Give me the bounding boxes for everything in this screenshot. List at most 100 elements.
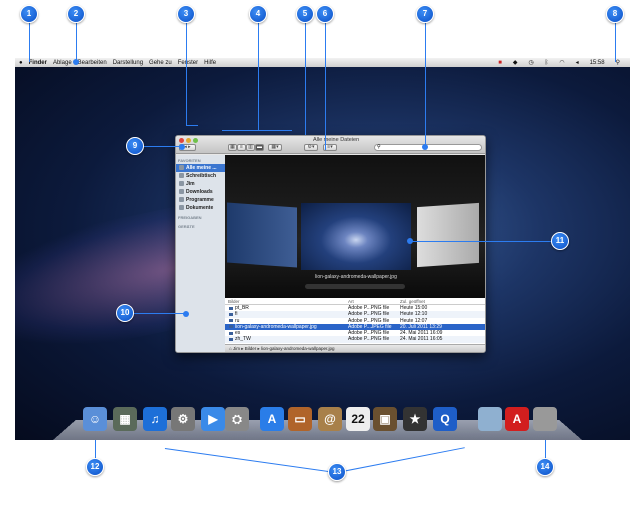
apple-menu-icon[interactable]: ● (19, 60, 23, 66)
column-name[interactable]: Bilder (225, 298, 348, 304)
sidebar: FAVORITEN Alle meine ... Schreibtisch Ji… (176, 155, 225, 352)
time-machine-icon[interactable]: ◷ (528, 59, 533, 66)
dock-trash-icon[interactable] (533, 407, 557, 431)
devices-header: GERÄTE (178, 224, 195, 229)
sidebar-item-applications[interactable]: Programme (176, 196, 225, 204)
zoom-button[interactable] (193, 138, 198, 143)
cover-flow[interactable]: lion-galaxy-andromeda-wallpaper.jpg (225, 155, 485, 298)
callout-badge-12: 12 (86, 458, 104, 476)
sidebar-item-downloads[interactable]: Downloads (176, 188, 225, 196)
callout-line (324, 14, 326, 150)
dropbox-icon[interactable]: ◆ (513, 59, 518, 66)
callout-line (222, 129, 292, 131)
adobe-icon[interactable]: ■ (498, 60, 502, 66)
minimize-button[interactable] (186, 138, 191, 143)
callout-dot (183, 311, 189, 317)
callout-line (304, 14, 306, 135)
file-icon (229, 325, 233, 329)
callout-badge-10: 10 (116, 304, 134, 322)
cover-flow-preview[interactable] (301, 203, 411, 270)
callout-dot (422, 144, 428, 150)
dock-adobe-icon[interactable]: A (505, 407, 529, 431)
spotlight-icon[interactable]: ⚲ (616, 59, 620, 66)
menu-darstellung[interactable]: Darstellung (113, 60, 143, 66)
menu-gehe-zu[interactable]: Gehe zu (149, 60, 172, 66)
dock-folder-icon[interactable] (478, 407, 502, 431)
file-icon (229, 331, 233, 335)
callout-badge-5: 5 (296, 5, 314, 23)
dock-ical-icon[interactable]: 22 (346, 407, 370, 431)
callout-line (337, 447, 465, 473)
cover-flow-caption: lion-galaxy-andromeda-wallpaper.jpg (315, 274, 397, 280)
callout-line (257, 14, 259, 130)
view-coverflow-button[interactable]: ▬ (255, 144, 264, 151)
column-kind[interactable]: Art (348, 298, 400, 304)
file-icon (229, 312, 233, 316)
menu-ablage[interactable]: Ablage (53, 60, 72, 66)
table-row[interactable]: zh_TW Adobe P...PNG file 24. Mai 2011 16:0… (225, 336, 485, 343)
clock[interactable]: 15:58 (590, 60, 605, 66)
cover-flow-scrollbar[interactable] (305, 284, 405, 289)
dock-app-store-icon[interactable]: A (260, 407, 284, 431)
dock-iphoto-icon[interactable]: ▣ (373, 407, 397, 431)
menu-fenster[interactable]: Fenster (178, 60, 198, 66)
menu-finder[interactable]: Finder (29, 60, 47, 66)
volume-icon[interactable]: ◂ (576, 59, 579, 66)
callout-line (424, 14, 426, 147)
arrange-button[interactable]: ▦▾ (268, 144, 282, 151)
close-button[interactable] (179, 138, 184, 143)
file-kind: Adobe P...PNG file (348, 336, 390, 343)
file-icon (229, 319, 233, 323)
callout-badge-2: 2 (67, 5, 85, 23)
dock-facetime-icon[interactable]: ▶ (201, 407, 225, 431)
callout-badge-11: 11 (551, 232, 569, 250)
search-icon: ⚲ (377, 144, 381, 150)
search-input[interactable]: ⚲ (374, 144, 482, 151)
dock-imovie-icon[interactable]: ★ (403, 407, 427, 431)
callout-badge-13: 13 (328, 463, 346, 481)
finder-window: Alle meine Dateien ◂ ▸ ▦ ≡ ▥ ▬ ▦▾ ⚙▾ ≡▾ … (175, 135, 486, 353)
menu-hilfe[interactable]: Hilfe (204, 60, 216, 66)
callout-badge-4: 4 (249, 5, 267, 23)
dock-itunes-icon[interactable]: ♫ (143, 407, 167, 431)
path-item[interactable]: Jim (233, 346, 240, 351)
dock-finder-icon[interactable]: ☺ (83, 407, 107, 431)
dock-system-preferences-icon[interactable]: ⚙ (171, 407, 195, 431)
sidebar-item-documents[interactable]: Dokumente (176, 204, 225, 212)
sidebar-item-all-files[interactable]: Alle meine ... (176, 164, 225, 172)
dock-image-capture-icon[interactable]: ▦ (113, 407, 137, 431)
callout-badge-6: 6 (316, 5, 334, 23)
callout-badge-7: 7 (416, 5, 434, 23)
dock-disk-utility-icon[interactable]: ⛭ (225, 407, 249, 431)
menu-bar: ● Finder Ablage Bearbeiten Darstellung G… (15, 58, 630, 67)
wifi-icon[interactable]: ◠ (559, 59, 564, 66)
dock-quicktime-icon[interactable]: Q (433, 407, 457, 431)
path-item[interactable]: Bilder (245, 346, 257, 351)
callout-line (164, 448, 344, 475)
callout-badge-8: 8 (606, 5, 624, 23)
path-item[interactable]: lion-galaxy-andromeda-wallpaper.jpg (261, 346, 335, 351)
bluetooth-icon[interactable]: ᛒ (545, 60, 549, 66)
callout-line (410, 240, 560, 242)
shared-header: FREIGABEN (178, 215, 202, 220)
callout-dot (179, 144, 185, 150)
column-date[interactable]: Zul. geöffnet (400, 298, 485, 304)
file-icon (229, 337, 233, 341)
dock-keynote-icon[interactable]: ▭ (288, 407, 312, 431)
toolbar: Alle meine Dateien ◂ ▸ ▦ ≡ ▥ ▬ ▦▾ ⚙▾ ≡▾ … (176, 136, 485, 154)
menu-bearbeiten[interactable]: Bearbeiten (78, 60, 107, 66)
action-button[interactable]: ⚙▾ (304, 144, 318, 151)
callout-badge-14: 14 (536, 458, 554, 476)
file-icon (229, 306, 233, 310)
callout-line (125, 312, 186, 314)
view-list-button[interactable]: ≡ (237, 144, 246, 151)
path-bar: ⌂ Jim ▸ Bilder ▸ lion-galaxy-andromeda-w… (225, 344, 485, 352)
sidebar-item-desktop[interactable]: Schreibtisch (176, 172, 225, 180)
sidebar-item-home[interactable]: Jim (176, 180, 225, 188)
view-icons-button[interactable]: ▦ (228, 144, 237, 151)
file-name: zh_TW (225, 336, 348, 342)
view-columns-button[interactable]: ▥ (246, 144, 255, 151)
callout-badge-9: 9 (126, 137, 144, 155)
callout-badge-3: 3 (177, 5, 195, 23)
dock-address-book-icon[interactable]: @ (318, 407, 342, 431)
